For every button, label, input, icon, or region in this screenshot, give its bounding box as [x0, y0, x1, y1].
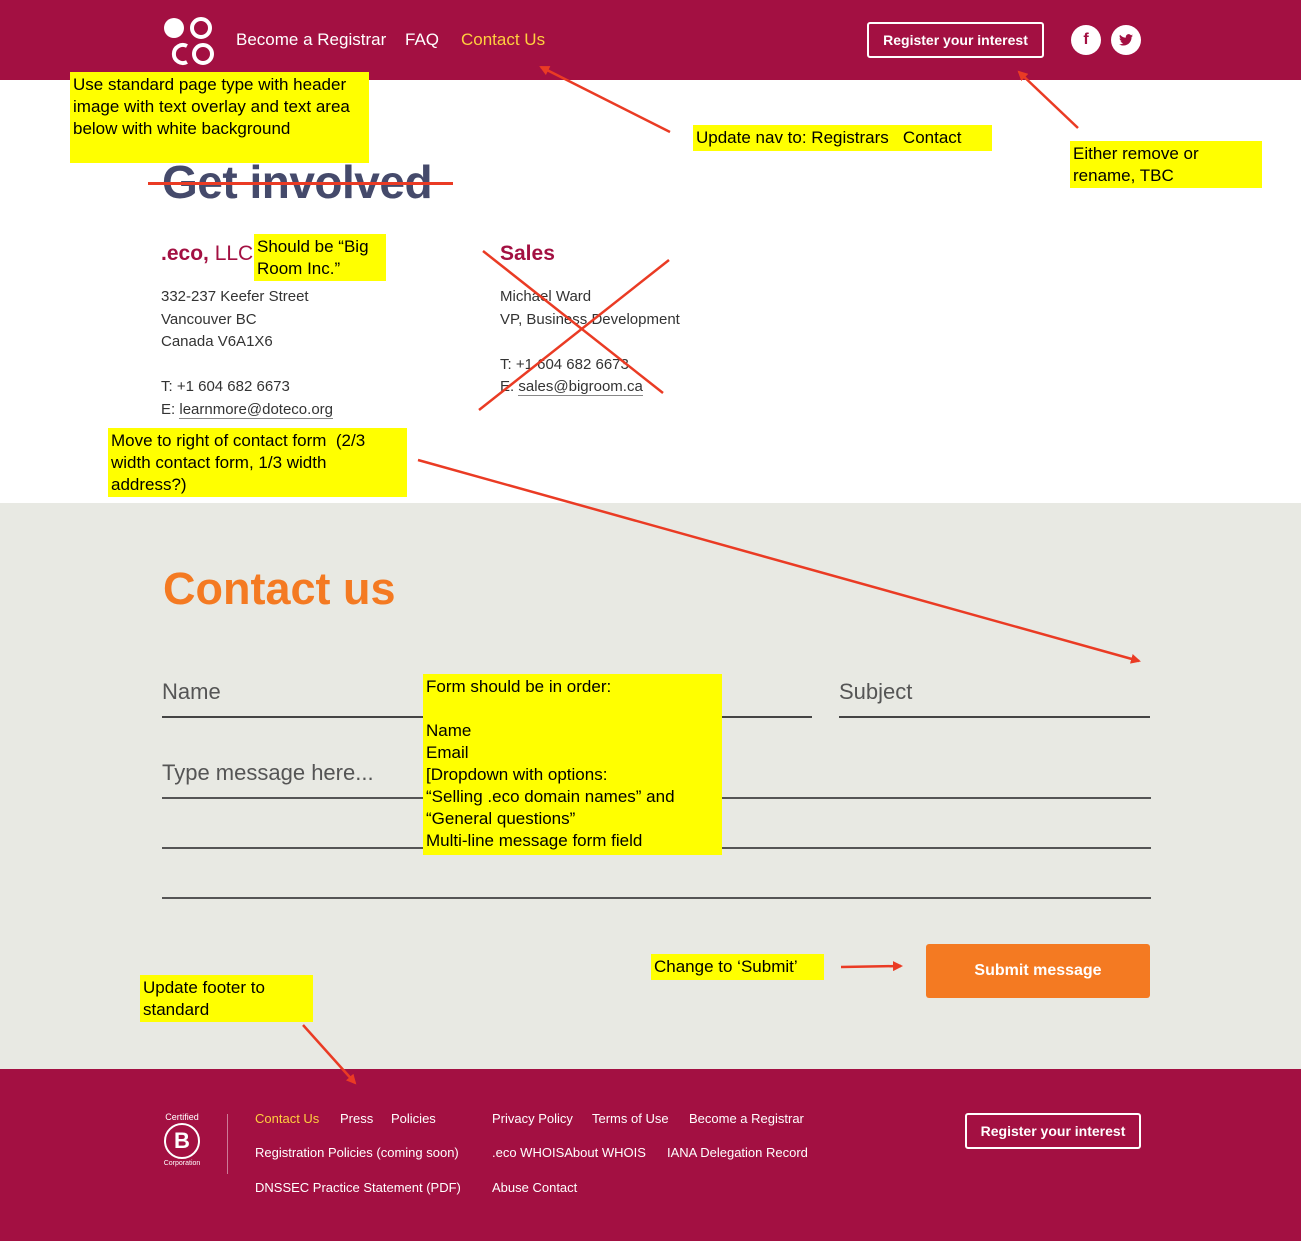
- name-input[interactable]: Name: [162, 679, 221, 705]
- contact-title: Contact us: [163, 563, 396, 614]
- annotation-form-order: Form should be in order: Name Email [Dro…: [423, 674, 722, 855]
- company-email-link[interactable]: learnmore@doteco.org: [179, 400, 333, 419]
- submit-message-button[interactable]: Submit message: [926, 944, 1150, 998]
- eco-logo[interactable]: [163, 16, 215, 66]
- bcorp-b-icon: B: [164, 1123, 200, 1159]
- company-address: 332-237 Keefer Street Vancouver BC Canad…: [161, 286, 333, 421]
- company-title: .eco, LLC: [161, 242, 253, 266]
- annotation-change-submit: Change to ‘Submit’: [651, 954, 824, 980]
- sales-contact: Michael Ward VP, Business Development T:…: [500, 286, 680, 399]
- strikethrough-line: [148, 182, 453, 185]
- footer-divider: [227, 1114, 228, 1174]
- nav-become-registrar[interactable]: Become a Registrar: [236, 30, 386, 50]
- email-prefix: E:: [161, 400, 176, 418]
- twitter-bird-icon: [1119, 34, 1133, 46]
- b-corp-logo: Certified B Corporation: [160, 1112, 204, 1174]
- annotation-update-footer: Update footer to standard: [140, 975, 313, 1022]
- annotation-remove-rename: Either remove or rename, TBC: [1070, 141, 1262, 188]
- address-line: Canada V6A1X6: [161, 333, 273, 350]
- footer-link-privacy-policy[interactable]: Privacy Policy: [492, 1111, 573, 1126]
- message-line: [162, 897, 1151, 899]
- annotation-update-nav: Update nav to: Registrars Contact: [693, 125, 992, 151]
- subject-input[interactable]: Subject: [839, 679, 912, 705]
- sales-role: VP, Business Development: [500, 310, 680, 328]
- bcorp-certified-label: Certified: [165, 1112, 199, 1122]
- footer-register-interest-button[interactable]: Register your interest: [965, 1113, 1141, 1149]
- subject-input-underline: [839, 716, 1150, 718]
- footer-link-iana[interactable]: IANA Delegation Record: [667, 1145, 808, 1160]
- bcorp-corporation-label: Corporation: [163, 1160, 201, 1167]
- footer-link-whois[interactable]: .eco WHOISAbout WHOIS: [492, 1145, 646, 1160]
- company-title-bold: .eco,: [161, 242, 209, 265]
- annotation-move-right: Move to right of contact form (2/3 width…: [108, 428, 407, 497]
- sales-email-link[interactable]: sales@bigroom.ca: [518, 378, 643, 396]
- address-line: 332-237 Keefer Street: [161, 288, 309, 305]
- company-title-thin: LLC: [214, 242, 254, 265]
- twitter-icon[interactable]: [1111, 25, 1141, 55]
- sales-title: Sales: [500, 242, 555, 265]
- annotation-big-room: Should be “Big Room Inc.”: [254, 234, 386, 281]
- footer-link-press[interactable]: Press: [340, 1111, 373, 1126]
- footer-link-registration-policies[interactable]: Registration Policies (coming soon): [255, 1145, 459, 1160]
- footer-link-abuse-contact[interactable]: Abuse Contact: [492, 1180, 577, 1195]
- sales-name: Michael Ward: [500, 288, 592, 305]
- footer-link-become-registrar[interactable]: Become a Registrar: [689, 1111, 804, 1126]
- email-prefix: E:: [500, 378, 515, 395]
- footer-link-terms-of-use[interactable]: Terms of Use: [592, 1111, 669, 1126]
- sales-phone: T: +1 604 682 6673: [500, 355, 629, 373]
- nav-faq[interactable]: FAQ: [405, 30, 439, 50]
- address-line: Vancouver BC: [161, 310, 257, 328]
- facebook-icon[interactable]: f: [1071, 25, 1101, 55]
- footer-link-contact-us[interactable]: Contact Us: [255, 1111, 319, 1126]
- register-interest-button[interactable]: Register your interest: [867, 22, 1044, 58]
- message-textarea[interactable]: Type message here...: [162, 760, 374, 786]
- nav-contact-us[interactable]: Contact Us: [461, 30, 545, 50]
- footer-link-dnssec[interactable]: DNSSEC Practice Statement (PDF): [255, 1180, 461, 1195]
- company-phone: T: +1 604 682 6673: [161, 378, 290, 395]
- arrow-to-register-button: [1017, 70, 1079, 129]
- footer-link-policies[interactable]: Policies: [391, 1111, 436, 1126]
- annotation-header-image: Use standard page type with header image…: [70, 72, 369, 163]
